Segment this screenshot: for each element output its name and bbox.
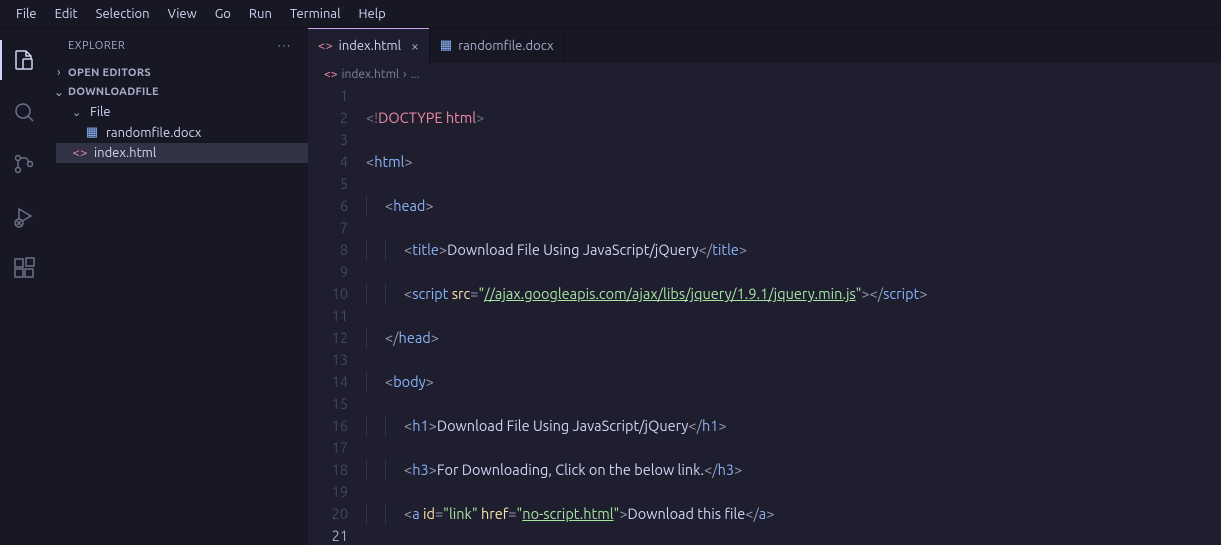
code-lines[interactable]: <!DOCTYPE html> <html> <head> <title>Dow… [366,85,1221,545]
menu-terminal[interactable]: Terminal [282,3,349,25]
menubar: File Edit Selection View Go Run Terminal… [0,0,1221,28]
tree-file-randomfile[interactable]: ▦randomfile.docx [56,122,308,143]
activity-extensions-icon[interactable] [0,244,48,292]
word-file-icon: ▦ [440,38,452,53]
menu-selection[interactable]: Selection [88,3,158,25]
menu-edit[interactable]: Edit [47,3,86,25]
menu-run[interactable]: Run [241,3,280,25]
chevron-down-icon: ⌄ [72,106,84,119]
section-workspace[interactable]: ⌄DOWNLOADFILE [48,82,308,102]
code-editor[interactable]: 123456789101112131415161718192021 <!DOCT… [308,85,1221,545]
activity-debug-icon[interactable] [0,192,48,240]
sidebar-more-icon[interactable]: ··· [278,40,292,52]
sidebar-title: EXPLORER [68,40,125,52]
tab-randomfile-docx[interactable]: ▦ randomfile.docx [430,28,565,63]
word-file-icon: ▦ [84,125,100,140]
chevron-right-icon: › [52,66,66,79]
html-file-icon: <> [318,39,333,53]
activity-bar [0,28,48,545]
tab-bar: <> index.html × ▦ randomfile.docx [308,28,1221,63]
menu-file[interactable]: File [8,3,45,25]
menu-view[interactable]: View [160,3,205,25]
close-icon[interactable]: × [411,38,419,54]
chevron-down-icon: ⌄ [52,85,66,99]
activity-source-control-icon[interactable] [0,140,48,188]
tab-index-html[interactable]: <> index.html × [308,28,430,63]
tree-folder-file[interactable]: ⌄File [56,102,308,122]
activity-search-icon[interactable] [0,88,48,136]
breadcrumb[interactable]: <> index.html › ... [308,63,1221,85]
line-gutter: 123456789101112131415161718192021 [308,85,366,545]
html-file-icon: <> [72,146,88,160]
sidebar: EXPLORER ··· ›OPEN EDITORS ⌄DOWNLOADFILE… [48,28,308,545]
section-open-editors[interactable]: ›OPEN EDITORS [48,63,308,82]
chevron-right-icon: › [403,68,406,81]
menu-help[interactable]: Help [350,3,393,25]
html-file-icon: <> [324,68,338,81]
editor: <> index.html × ▦ randomfile.docx <> ind… [308,28,1221,545]
menu-go[interactable]: Go [207,3,239,25]
activity-explorer-icon[interactable] [0,36,48,84]
tree-file-index[interactable]: <>index.html [56,143,308,163]
